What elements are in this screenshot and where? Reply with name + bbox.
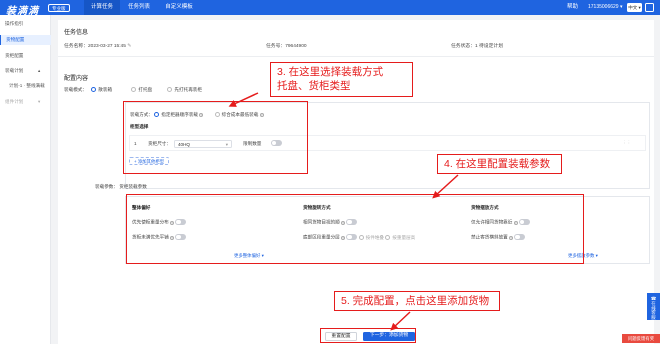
annotation-step4: 4. 在这里配置装载参数 [437,154,562,174]
arrow-step3 [228,92,259,107]
arrow-step5 [390,311,411,331]
annotation-step3-line2: 托盘、货柜类型 [277,80,351,92]
arrow-step4 [432,174,459,199]
online-service-label: 在线客服 [651,301,656,320]
annotation-step3-line1: 3. 在这里选择装载方式 [277,66,384,78]
annotation-step3: 3. 在这里选择装载方式 托盘、货柜类型 [270,62,413,97]
feedback-button[interactable]: 问题反馈有奖 [622,334,660,343]
online-service-button[interactable]: ☎ 在线客服 [647,293,660,320]
annotation-step5: 5. 完成配置，点击这里添加货物 [334,291,500,311]
